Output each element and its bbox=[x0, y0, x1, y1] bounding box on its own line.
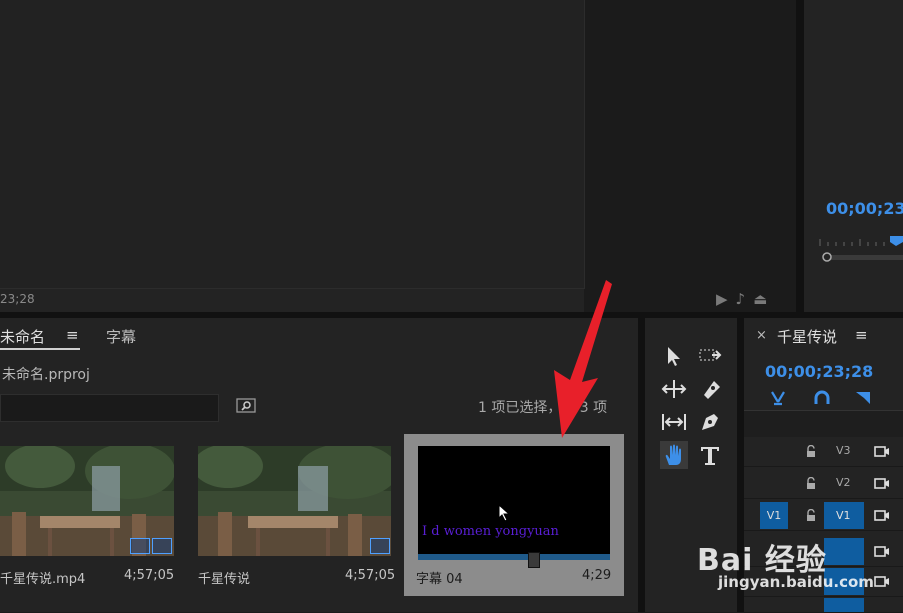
insert-play-icon[interactable]: ▶♪ bbox=[716, 290, 753, 308]
project-filename: 未命名.prproj bbox=[2, 367, 90, 383]
panel-divider[interactable] bbox=[638, 318, 645, 612]
track-row-a3[interactable] bbox=[744, 598, 903, 613]
toggle-output-icon[interactable] bbox=[874, 575, 890, 588]
timeline-toolbar bbox=[771, 390, 870, 406]
project-item[interactable]: 千星传说 4;57;05 bbox=[186, 434, 404, 596]
track-target-a1[interactable] bbox=[824, 538, 864, 565]
tab-captions[interactable]: 字幕 bbox=[106, 326, 136, 347]
panel-divider[interactable] bbox=[796, 0, 804, 312]
source-zoom-scrollbar[interactable] bbox=[822, 252, 903, 262]
track-name: V1 bbox=[836, 509, 851, 522]
toggle-output-icon[interactable] bbox=[874, 509, 890, 522]
item-duration: 4;57;05 bbox=[124, 568, 175, 583]
mouse-cursor-icon bbox=[498, 504, 511, 522]
track-name: V2 bbox=[836, 476, 851, 489]
sequence-thumbnail[interactable] bbox=[198, 446, 391, 556]
item-name: 字幕 04 bbox=[416, 572, 463, 587]
item-name: 千星传说 bbox=[198, 572, 251, 587]
project-item[interactable]: 千星传说.mp4 4;57;05 bbox=[0, 434, 186, 596]
source-patch-v1[interactable]: V1 bbox=[760, 502, 788, 529]
track-row-v2[interactable]: V2 bbox=[744, 470, 903, 499]
track-row-v1[interactable]: V1 V1 bbox=[744, 502, 903, 531]
lock-icon[interactable] bbox=[806, 509, 816, 522]
active-tab-indicator bbox=[0, 348, 80, 350]
annotation-arrow-icon bbox=[554, 280, 612, 438]
program-controls: ▶♪⏏ bbox=[716, 290, 775, 308]
toggle-output-icon[interactable] bbox=[874, 445, 890, 458]
lock-icon[interactable] bbox=[806, 445, 816, 458]
program-timecode[interactable]: 23;28 bbox=[0, 292, 35, 306]
track-target-a3[interactable] bbox=[824, 598, 864, 612]
program-monitor bbox=[0, 0, 585, 312]
item-duration: 4;29 bbox=[582, 568, 612, 583]
timeline-ruler[interactable] bbox=[744, 410, 903, 437]
export-frame-icon[interactable]: ⏏ bbox=[753, 290, 775, 308]
razor-tool-icon[interactable] bbox=[696, 375, 724, 403]
caption-thumbnail[interactable]: I d women yongyuan bbox=[418, 446, 610, 556]
find-icon[interactable] bbox=[236, 396, 256, 414]
project-search-input[interactable] bbox=[0, 394, 219, 422]
hand-tool-icon[interactable] bbox=[660, 441, 688, 469]
timeline-sequence-tab[interactable]: 千星传说 bbox=[777, 326, 837, 347]
source-ruler[interactable] bbox=[818, 236, 903, 246]
video-badge-icon bbox=[130, 538, 150, 554]
timeline-timecode[interactable]: 00;00;23;28 bbox=[765, 362, 873, 381]
close-icon[interactable]: × bbox=[756, 328, 767, 343]
lock-icon[interactable] bbox=[806, 477, 816, 490]
linked-selection-icon bbox=[856, 392, 870, 404]
type-tool-icon[interactable] bbox=[696, 441, 724, 469]
track-row-v3[interactable]: V3 bbox=[744, 438, 903, 467]
slip-tool-icon[interactable] bbox=[660, 408, 688, 436]
nest-toggle-icon bbox=[771, 391, 785, 406]
watermark-url: jingyan.baidu.com bbox=[718, 573, 874, 591]
track-target-v1[interactable]: V1 bbox=[824, 502, 864, 529]
tab-project[interactable]: 未命名 bbox=[0, 326, 45, 347]
project-item-selected[interactable]: I d women yongyuan 字幕 04 4;29 bbox=[404, 434, 624, 596]
pen-tool-icon[interactable] bbox=[696, 408, 724, 436]
item-name: 千星传说.mp4 bbox=[0, 572, 86, 587]
program-monitor-screen[interactable] bbox=[0, 0, 585, 289]
item-duration: 4;57;05 bbox=[345, 568, 396, 583]
panel-menu-icon[interactable]: ≡ bbox=[66, 326, 79, 344]
track-select-tool-icon[interactable] bbox=[696, 342, 724, 370]
caption-preview-text: I d women yongyuan bbox=[422, 524, 559, 539]
playhead-icon bbox=[890, 236, 903, 246]
ripple-edit-tool-icon[interactable] bbox=[660, 375, 688, 403]
source-timecode[interactable]: 00;00;23; bbox=[826, 199, 903, 218]
snap-icon bbox=[814, 390, 830, 404]
panel-menu-icon[interactable]: ≡ bbox=[855, 326, 868, 344]
toggle-output-icon[interactable] bbox=[874, 545, 890, 558]
thumbnail-scrub-bar[interactable] bbox=[418, 554, 610, 560]
audio-badge-icon bbox=[152, 538, 172, 554]
track-name: V3 bbox=[836, 444, 851, 457]
selection-tool-icon[interactable] bbox=[660, 342, 688, 370]
source-monitor bbox=[804, 0, 903, 312]
toggle-output-icon[interactable] bbox=[874, 477, 890, 490]
scrub-handle[interactable] bbox=[528, 552, 540, 568]
sequence-badge-icon bbox=[370, 538, 390, 554]
